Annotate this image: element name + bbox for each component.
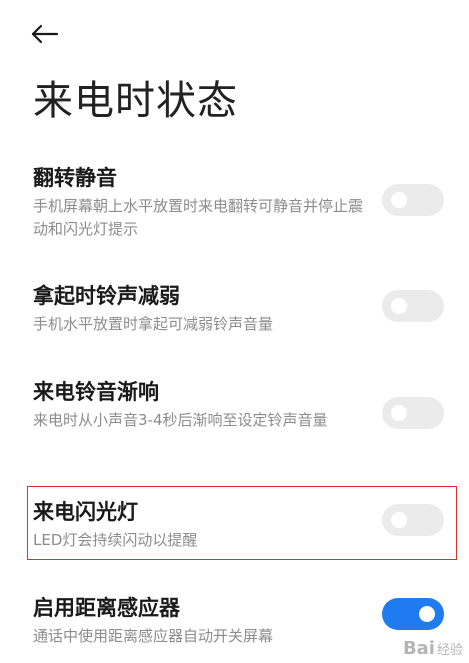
setting-title: 启用距离感应器 (33, 596, 180, 620)
proximity-sensor-toggle[interactable] (382, 598, 444, 630)
flip-to-mute-toggle[interactable] (382, 184, 444, 216)
toggle-knob (391, 512, 407, 528)
setting-description: 手机屏幕朝上水平放置时来电翻转可静音并停止震动和闪光灯提示 (33, 197, 364, 238)
toggle-knob (391, 298, 407, 314)
setting-ringtone-fade-in[interactable]: 来电铃音渐响 来电时从小声音3-4秒后渐响至设定铃声音量 (0, 374, 469, 460)
toggle-knob (391, 405, 407, 421)
ringtone-fade-in-toggle[interactable] (382, 397, 444, 429)
setting-incoming-call-flash[interactable]: 来电闪光灯 LED灯会持续闪动以提醒 (0, 494, 469, 554)
back-button[interactable] (30, 16, 70, 52)
setting-title: 来电铃音渐响 (33, 380, 159, 404)
setting-title: 翻转静音 (33, 166, 117, 190)
setting-title: 来电闪光灯 (33, 500, 138, 524)
arrow-left-icon (30, 24, 60, 44)
setting-flip-to-mute[interactable]: 翻转静音 手机屏幕朝上水平放置时来电翻转可静音并停止震动和闪光灯提示 (0, 160, 469, 246)
setting-description: 手机水平放置时拿起可减弱铃声音量 (33, 315, 274, 333)
setting-description: 来电时从小声音3-4秒后渐响至设定铃声音量 (33, 411, 328, 429)
incoming-call-flash-toggle[interactable] (382, 504, 444, 536)
toggle-knob (419, 606, 435, 622)
setting-pickup-reduce-ringtone[interactable]: 拿起时铃声减弱 手机水平放置时拿起可减弱铃声音量 (0, 278, 469, 338)
pickup-reduce-ringtone-toggle[interactable] (382, 290, 444, 322)
setting-title: 拿起时铃声减弱 (33, 284, 180, 308)
page-title: 来电时状态 (33, 78, 238, 124)
setting-description: LED灯会持续闪动以提醒 (33, 531, 198, 549)
setting-proximity-sensor[interactable]: 启用距离感应器 通话中使用距离感应器自动开关屏幕 (0, 590, 469, 650)
setting-description: 通话中使用距离感应器自动开关屏幕 (33, 627, 274, 645)
toggle-knob (391, 192, 407, 208)
